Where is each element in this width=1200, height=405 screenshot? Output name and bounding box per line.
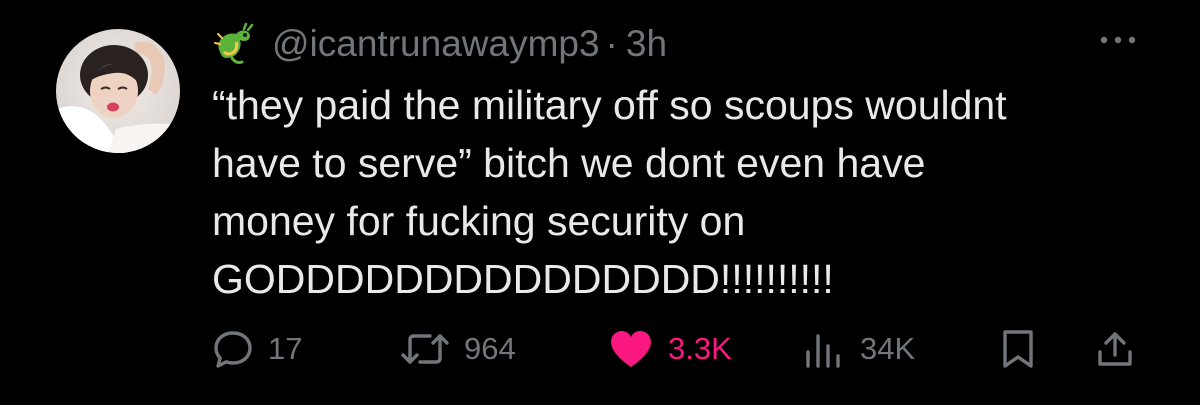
header-separator: ·	[605, 23, 618, 64]
author-handle[interactable]: @icantrunawaymp3	[272, 23, 600, 65]
tweet-text-line: GODDDDDDDDDDDDDDD!!!!!!!!!!	[212, 256, 834, 302]
tweet-text-line: “they paid the military off so scoups wo…	[212, 82, 1007, 128]
tweet-text: “they paid the military off so scoups wo…	[212, 76, 1172, 308]
tweet-text-line: have to serve” bitch we dont even have	[212, 140, 926, 186]
dragon-emoji-icon	[212, 22, 256, 66]
reply-button[interactable]: 17	[212, 326, 302, 372]
tweet-text-line: money for fucking security on	[212, 198, 746, 244]
share-upload-icon	[1094, 328, 1136, 370]
more-dots-icon[interactable]	[1098, 32, 1138, 48]
action-bar: 17 964 3.3K 34K	[212, 326, 1152, 372]
retweet-arrows-icon	[400, 328, 450, 370]
bookmark-icon	[998, 328, 1038, 370]
views-button[interactable]: 34K	[802, 326, 915, 372]
bookmark-button[interactable]	[998, 326, 1038, 372]
like-button[interactable]: 3.3K	[608, 326, 732, 372]
views-bar-chart-icon	[802, 328, 846, 370]
views-count: 34K	[860, 331, 916, 366]
reply-count: 17	[268, 331, 303, 366]
retweet-button[interactable]: 964	[400, 326, 516, 372]
tweet: @icantrunawaymp3 · 3h “they paid the mil…	[0, 0, 1200, 405]
tweet-timestamp[interactable]: 3h	[626, 23, 667, 65]
like-count: 3.3K	[668, 331, 732, 366]
share-button[interactable]	[1094, 326, 1136, 372]
heart-filled-icon	[608, 328, 654, 370]
reply-bubble-icon	[212, 328, 254, 370]
avatar[interactable]	[56, 29, 180, 153]
retweet-count: 964	[464, 331, 516, 366]
tweet-header: @icantrunawaymp3 · 3h	[212, 20, 667, 68]
